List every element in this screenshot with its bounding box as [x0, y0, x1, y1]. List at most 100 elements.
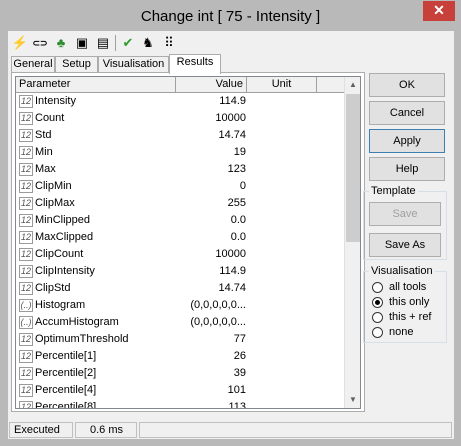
cancel-button[interactable]: Cancel	[369, 101, 445, 125]
table-row[interactable]: 12 Std 14.74	[16, 127, 345, 144]
parameter-value: 114.9	[219, 95, 246, 107]
status-extra	[139, 422, 452, 438]
lightning-icon[interactable]: ⚡	[11, 34, 29, 52]
title-bar[interactable]: Change int [ 75 - Intensity ] ✕	[0, 0, 461, 31]
table-row[interactable]: 12 Intensity 114.9	[16, 93, 345, 110]
status-bar: Executed 0.6 ms	[8, 420, 454, 439]
table-row[interactable]: 12 Min 19	[16, 144, 345, 161]
table-row[interactable]: 12 ClipMax 255	[16, 195, 345, 212]
parameter-value: (0,0,0,0,0...	[190, 316, 246, 328]
numeric-type-icon: 12	[19, 180, 33, 193]
radio-circle-icon[interactable]	[372, 327, 383, 338]
array-type-icon: (..)	[19, 299, 33, 312]
scroll-down-icon[interactable]: ▼	[345, 392, 360, 408]
parameter-name: Percentile[2]	[35, 367, 97, 379]
column-header-unit[interactable]: Unit	[247, 77, 317, 93]
graph-nodes-icon[interactable]: ⠿	[160, 34, 178, 52]
parameter-value: 39	[233, 367, 246, 379]
radio-circle-icon[interactable]	[372, 312, 383, 323]
visualisation-group-title: Visualisation	[369, 265, 435, 277]
table-row[interactable]: 12 ClipCount 10000	[16, 246, 345, 263]
table-row[interactable]: 12 Count 10000	[16, 110, 345, 127]
dialog-window: Change int [ 75 - Intensity ] ✕ ⚡ ⊂⊃ ♣ ▣…	[0, 0, 461, 446]
scroll-up-icon[interactable]: ▲	[345, 77, 360, 93]
numeric-type-icon: 12	[19, 146, 33, 159]
table-row[interactable]: 12 Max 123	[16, 161, 345, 178]
parameter-value: 26	[233, 350, 246, 362]
tab-setup[interactable]: Setup	[55, 56, 98, 73]
visualisation-group: Visualisation all tools this only this +…	[363, 265, 447, 343]
table-row[interactable]: 12 Percentile[4] 101	[16, 382, 345, 399]
template-save-as-button[interactable]: Save As	[369, 233, 441, 257]
table-row[interactable]: (..) AccumHistogram (0,0,0,0,0...	[16, 314, 345, 331]
table-row[interactable]: 12 OptimumThreshold 77	[16, 331, 345, 348]
status-state: Executed	[9, 422, 73, 438]
ok-button[interactable]: OK	[369, 73, 445, 97]
frog-icon[interactable]: ♣	[52, 34, 70, 52]
numeric-type-icon: 12	[19, 384, 33, 397]
parameter-name: Percentile[4]	[35, 384, 97, 396]
numeric-type-icon: 12	[19, 282, 33, 295]
radio-circle-selected-icon[interactable]	[372, 297, 383, 308]
console-icon[interactable]: ▣	[73, 34, 91, 52]
parameter-value: (0,0,0,0,0...	[190, 299, 246, 311]
settings-icon[interactable]: ♞	[139, 34, 157, 52]
numeric-type-icon: 12	[19, 214, 33, 227]
vertical-scrollbar[interactable]: ▲ ▼	[344, 77, 360, 408]
column-header-parameter[interactable]: Parameter	[16, 77, 176, 93]
tab-visualisation[interactable]: Visualisation	[98, 56, 169, 73]
document-icon[interactable]: ▤	[94, 34, 112, 52]
parameter-name: Min	[35, 146, 53, 158]
template-group-title: Template	[369, 185, 418, 197]
numeric-type-icon: 12	[19, 129, 33, 142]
tab-results[interactable]: Results	[169, 54, 221, 74]
parameter-value: 114.9	[219, 265, 246, 277]
parameter-value: 14.74	[218, 282, 246, 294]
numeric-type-icon: 12	[19, 248, 33, 261]
radio-this-only[interactable]: this only	[372, 296, 452, 310]
parameter-value: 10000	[215, 112, 246, 124]
dialog-client: ⚡ ⊂⊃ ♣ ▣ ▤ ✔ ♞ ⠿ General Setup Visualisa…	[8, 31, 454, 439]
parameter-value: 10000	[215, 248, 246, 260]
close-button[interactable]: ✕	[423, 1, 455, 21]
link-icon[interactable]: ⊂⊃	[31, 34, 49, 52]
parameter-name: AccumHistogram	[35, 316, 119, 328]
table-row[interactable]: 12 ClipStd 14.74	[16, 280, 345, 297]
toolbar-separator	[115, 35, 116, 51]
table-row[interactable]: 12 ClipIntensity 114.9	[16, 263, 345, 280]
table-row[interactable]: 12 MinClipped 0.0	[16, 212, 345, 229]
column-header-value[interactable]: Value	[176, 77, 247, 93]
parameter-value: 0.0	[230, 214, 246, 226]
parameter-name: MinClipped	[35, 214, 91, 226]
table-row[interactable]: 12 ClipMin 0	[16, 178, 345, 195]
parameter-name: Percentile[8]	[35, 401, 97, 409]
numeric-type-icon: 12	[19, 265, 33, 278]
help-button[interactable]: Help	[369, 157, 445, 181]
apply-button[interactable]: Apply	[369, 129, 445, 153]
grid-header: Parameter Value Unit	[16, 77, 346, 93]
numeric-type-icon: 12	[19, 401, 33, 408]
parameter-value: 123	[227, 163, 246, 175]
parameter-value: 0.0	[230, 231, 246, 243]
table-row[interactable]: (..) Histogram (0,0,0,0,0...	[16, 297, 345, 314]
results-panel: Parameter Value Unit 12 Intensity 114.9 12 C…	[11, 72, 365, 412]
tab-general[interactable]: General	[11, 56, 55, 73]
radio-circle-icon[interactable]	[372, 282, 383, 293]
scrollbar-thumb[interactable]	[346, 94, 360, 242]
radio-all-tools[interactable]: all tools	[372, 281, 452, 295]
parameter-value: 113	[228, 401, 246, 409]
parameter-name: Percentile[1]	[35, 350, 97, 362]
radio-none[interactable]: none	[372, 326, 452, 340]
checkmark-icon[interactable]: ✔	[119, 34, 137, 52]
numeric-type-icon: 12	[19, 95, 33, 108]
table-row[interactable]: 12 Percentile[2] 39	[16, 365, 345, 382]
numeric-type-icon: 12	[19, 197, 33, 210]
table-row[interactable]: 12 MaxClipped 0.0	[16, 229, 345, 246]
table-row[interactable]: 12 Percentile[1] 26	[16, 348, 345, 365]
numeric-type-icon: 12	[19, 163, 33, 176]
radio-label: all tools	[389, 281, 427, 293]
radio-this-plus-ref[interactable]: this + ref	[372, 311, 452, 325]
table-row[interactable]: 12 Percentile[8] 113	[16, 399, 345, 409]
parameter-value: 255	[227, 197, 246, 209]
template-save-button[interactable]: Save	[369, 202, 441, 226]
